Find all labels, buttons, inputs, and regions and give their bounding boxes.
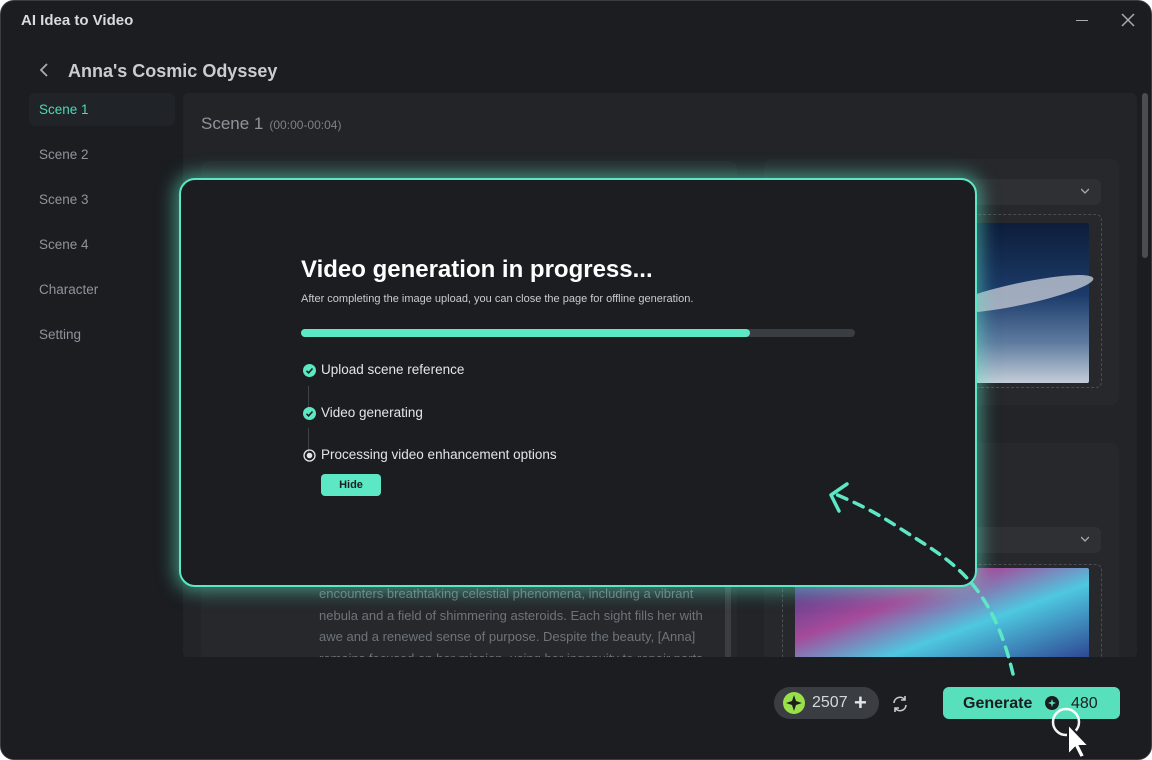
dashed-arrow-icon (829, 482, 1015, 676)
app-window: AI Idea to Video Anna's Cosmic Odyssey S… (0, 0, 1152, 760)
mouse-cursor-icon (1051, 707, 1090, 759)
